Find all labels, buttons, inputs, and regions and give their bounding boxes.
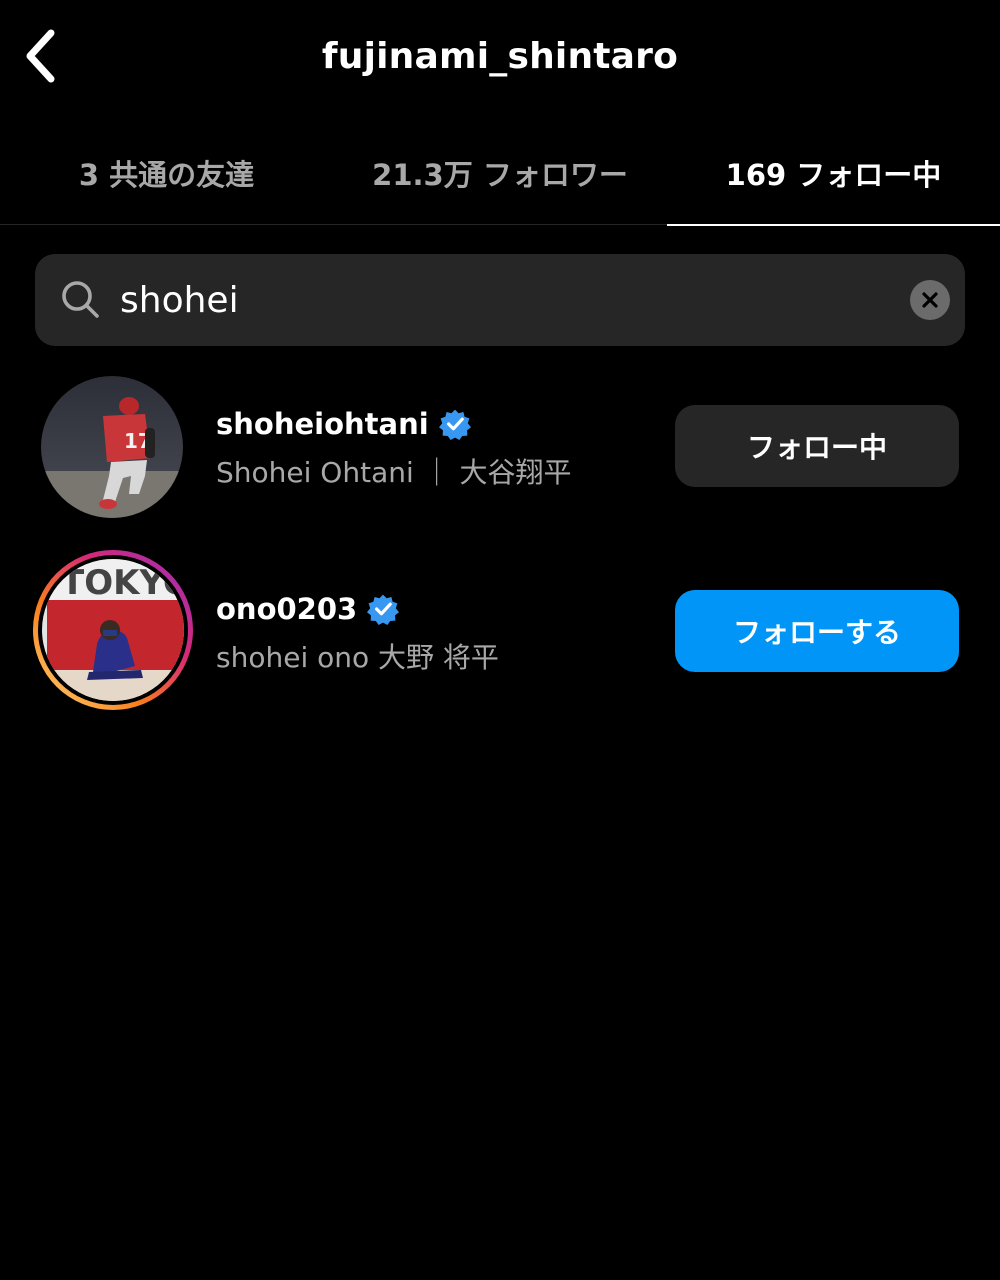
- full-name: shohei ono 大野 将平: [216, 641, 499, 674]
- tab-following[interactable]: 169 フォロー中: [667, 120, 1000, 226]
- follow-button[interactable]: フォローする: [675, 590, 959, 672]
- avatar[interactable]: 17: [41, 376, 183, 518]
- clear-search-button[interactable]: [910, 280, 950, 320]
- page-title: fujinami_shintaro: [321, 36, 679, 77]
- verified-badge-icon: [438, 409, 471, 440]
- close-icon: [922, 292, 938, 308]
- full-name: Shohei Ohtani ｜ 大谷翔平: [216, 456, 572, 489]
- username-text: shoheiohtani: [216, 407, 429, 441]
- list-item[interactable]: 17 shoheiohtani Shohei Ohtani ｜ 大谷翔平 フォロ…: [0, 365, 1000, 535]
- following-button[interactable]: フォロー中: [675, 405, 959, 487]
- search-input[interactable]: [120, 270, 880, 330]
- top-bar: fujinami_shintaro: [0, 0, 1000, 120]
- username[interactable]: shoheiohtani: [216, 407, 471, 441]
- verified-badge-icon: [367, 594, 400, 625]
- avatar-image: TOKYO: [33, 550, 193, 710]
- tab-followers[interactable]: 21.3万 フォロワー: [333, 120, 667, 225]
- tab-bar: 3 共通の友達 21.3万 フォロワー 169 フォロー中: [0, 120, 1000, 226]
- username[interactable]: ono0203: [216, 592, 400, 626]
- list-item[interactable]: TOKYO ono0203 shohei ono 大野 将平 フォローする: [0, 545, 1000, 715]
- avatar-story-ring[interactable]: TOKYO: [31, 548, 195, 712]
- search-icon: [62, 281, 99, 318]
- tab-mutual-friends[interactable]: 3 共通の友達: [0, 120, 333, 225]
- username-text: ono0203: [216, 592, 358, 626]
- avatar-image: 17: [41, 376, 183, 518]
